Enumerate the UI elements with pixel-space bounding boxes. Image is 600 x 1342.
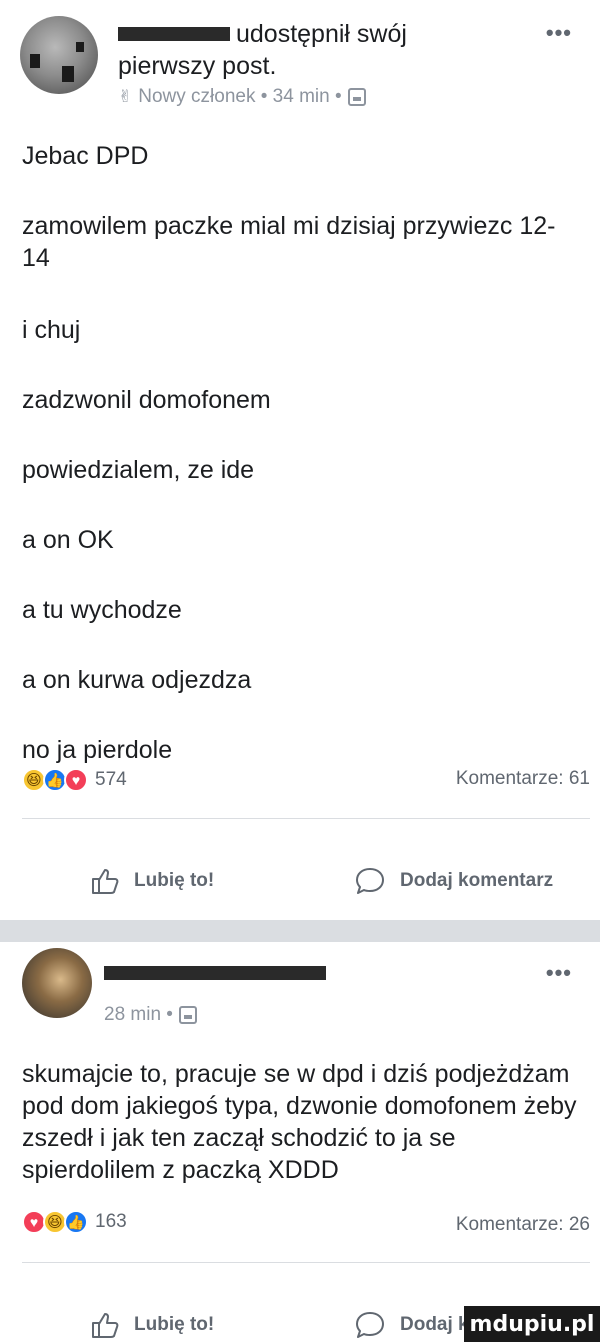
divider (22, 1262, 590, 1263)
post-body: powiedzialem, ze ide (22, 454, 582, 486)
reactions-summary[interactable]: 😆 👍 ♥ 574 (22, 768, 127, 792)
post-body: a on OK (22, 524, 582, 556)
post-1: udostępnił swój pierwszy post. ✌ Nowy cz… (0, 0, 600, 920)
like-label: Lubię to! (134, 1314, 215, 1335)
post-paragraph: skumajcie to, pracuje se w dpd i dziś po… (22, 1060, 577, 1184)
like-button[interactable]: Lubię to! (90, 866, 214, 896)
site-watermark: mdupiu.pl (464, 1306, 600, 1342)
thumbs-up-icon (92, 1313, 119, 1338)
author-avatar[interactable] (20, 16, 98, 94)
comment-bubble-icon (356, 1312, 384, 1338)
redacted-author-name[interactable] (118, 27, 230, 41)
group-privacy-icon (178, 1006, 197, 1024)
post-paragraph: zamowilem paczke mial mi dzisiaj przywie… (22, 212, 556, 272)
post-meta: 28 min • (104, 1004, 197, 1026)
comment-button[interactable]: Dodaj komentarz (354, 866, 553, 896)
post-paragraph: zadzwonil domofonem (22, 386, 271, 414)
post-paragraph: a tu wychodze (22, 596, 182, 624)
group-privacy-icon (347, 88, 366, 106)
post-body: Jebac DPD (22, 140, 582, 172)
reactions-summary[interactable]: ♥ 😆 👍 163 (22, 1210, 127, 1234)
share-text: udostępnił swój (236, 20, 407, 48)
comment-label: Dodaj k (400, 1314, 469, 1335)
comments-count[interactable]: Komentarze: 26 (456, 1214, 590, 1236)
post-separator (0, 920, 600, 942)
post-body: no ja pierdole (22, 734, 582, 766)
share-text-line2: pierwszy post. (118, 52, 277, 80)
post-paragraph: a on kurwa odjezdza (22, 666, 252, 694)
author-avatar[interactable] (22, 948, 92, 1018)
comment-label: Dodaj komentarz (400, 870, 554, 891)
like-reaction-icon: 👍 (64, 1210, 88, 1234)
like-button[interactable]: Lubię to! (90, 1310, 214, 1340)
reaction-count: 163 (95, 1211, 127, 1232)
more-options-button[interactable]: ••• (546, 960, 572, 986)
post-paragraph: powiedzialem, ze ide (22, 456, 255, 484)
post-paragraph: no ja pierdole (22, 736, 173, 764)
reaction-count: 574 (95, 769, 127, 790)
love-reaction-icon: ♥ (64, 768, 88, 792)
post-paragraph: Jebac DPD (22, 142, 149, 170)
post-body: i chuj (22, 314, 582, 346)
thumbs-up-icon (92, 869, 119, 894)
post-meta-text: 28 min • (104, 1004, 173, 1025)
post-meta: ✌ Nowy członek • 34 min • (118, 86, 366, 108)
post-body: zadzwonil domofonem (22, 384, 582, 416)
post-body: a on kurwa odjezdza (22, 664, 582, 696)
new-member-icon: ✌ (118, 87, 133, 106)
post-body: zamowilem paczke mial mi dzisiaj przywie… (22, 210, 582, 274)
comments-count[interactable]: Komentarze: 61 (456, 768, 590, 790)
comment-button[interactable]: Dodaj k (354, 1310, 469, 1340)
comment-bubble-icon (356, 868, 384, 894)
post-paragraph: i chuj (22, 316, 81, 344)
redacted-author-name[interactable] (104, 966, 326, 980)
post-meta-text: Nowy członek • 34 min • (138, 86, 342, 107)
post-body: a tu wychodze (22, 594, 582, 626)
like-label: Lubię to! (134, 870, 215, 891)
divider (22, 818, 590, 819)
more-options-button[interactable]: ••• (546, 20, 572, 46)
post-paragraph: a on OK (22, 526, 114, 554)
post-body: skumajcie to, pracuje se w dpd i dziś po… (22, 1058, 582, 1186)
